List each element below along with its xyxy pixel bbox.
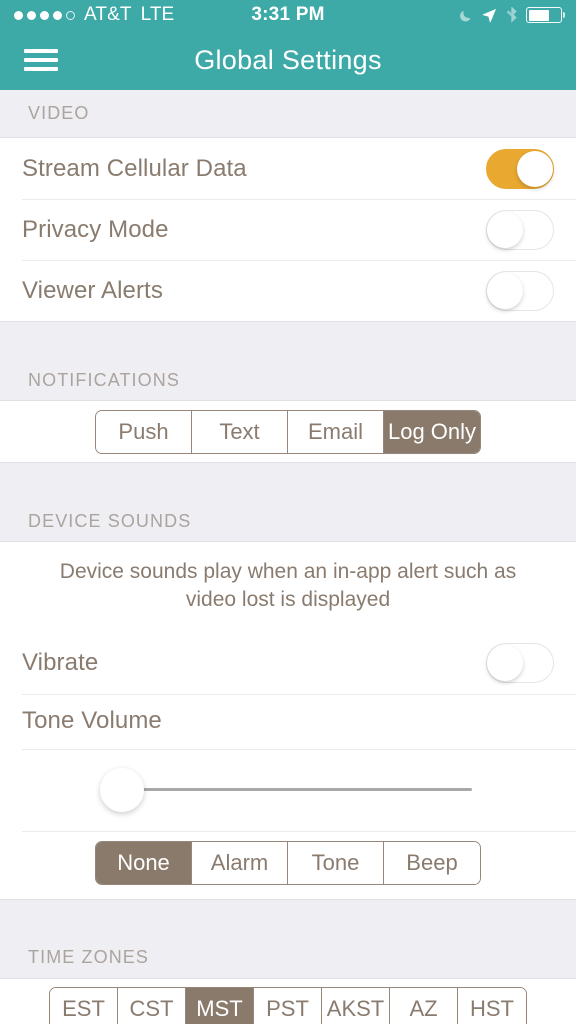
- segment-log-only[interactable]: Log Only: [384, 410, 480, 453]
- moon-icon: [460, 10, 471, 22]
- segment-tone[interactable]: Tone: [288, 841, 384, 884]
- segment-push[interactable]: Push: [96, 410, 192, 453]
- row-label: Viewer Alerts: [22, 276, 163, 304]
- status-bar-right: [458, 6, 565, 24]
- row-stream-cellular-data[interactable]: Stream Cellular Data: [0, 138, 576, 199]
- segment-beep[interactable]: Beep: [384, 841, 480, 884]
- segment-akst[interactable]: AKST: [322, 988, 390, 1024]
- battery-icon: [526, 7, 565, 23]
- notification-type-segmented-control[interactable]: Push Text Email Log Only: [95, 409, 481, 454]
- network-type-label: LTE: [140, 4, 175, 25]
- location-arrow-icon: [482, 8, 497, 23]
- video-settings-group: Stream Cellular Data Privacy Mode Viewer…: [0, 137, 576, 322]
- row-label: Vibrate: [22, 649, 99, 677]
- device-sounds-group: Device sounds play when an in-app alert …: [0, 541, 576, 900]
- segment-email[interactable]: Email: [288, 410, 384, 453]
- slider-track: [122, 788, 472, 792]
- toggle-knob: [487, 645, 523, 682]
- tone-volume-slider[interactable]: [100, 767, 472, 813]
- spacer-notifications: [0, 322, 576, 360]
- row-label: Tone Volume: [22, 707, 162, 735]
- bluetooth-icon: [506, 6, 517, 23]
- spacer-time-zones: [0, 899, 576, 938]
- section-header-device-sounds: DEVICE SOUNDS: [0, 501, 576, 541]
- app-screen: AT&T LTE 3:31 PM Global Settings VIDEO S…: [0, 0, 576, 1024]
- row-vibrate[interactable]: Vibrate: [0, 632, 576, 694]
- tone-segmented-group: None Alarm Tone Beep: [0, 830, 576, 899]
- toggle-knob: [517, 150, 553, 187]
- toggle-vibrate[interactable]: [486, 643, 554, 684]
- time-zone-segmented-control[interactable]: EST CST MST PST AKST AZ HST: [49, 987, 527, 1024]
- segment-pst[interactable]: PST: [254, 988, 322, 1024]
- segment-mst[interactable]: MST: [186, 988, 254, 1024]
- toggle-privacy-mode[interactable]: [486, 209, 554, 250]
- segment-none[interactable]: None: [96, 841, 192, 884]
- row-tone-volume-slider: [0, 748, 576, 831]
- spacer-device-sounds: [0, 463, 576, 501]
- row-viewer-alerts[interactable]: Viewer Alerts: [0, 260, 576, 321]
- segment-est[interactable]: EST: [50, 988, 118, 1024]
- page-title: Global Settings: [194, 44, 382, 75]
- app-header: Global Settings: [0, 30, 576, 90]
- time-zones-group: EST CST MST PST AKST AZ HST: [0, 977, 576, 1024]
- toggle-knob: [487, 211, 523, 248]
- status-bar-left: AT&T LTE: [14, 4, 174, 26]
- segment-cst[interactable]: CST: [118, 988, 186, 1024]
- tone-type-segmented-control[interactable]: None Alarm Tone Beep: [95, 840, 481, 885]
- device-sounds-description: Device sounds play when an in-app alert …: [0, 542, 576, 633]
- status-bar: AT&T LTE 3:31 PM: [0, 0, 576, 30]
- segment-text[interactable]: Text: [192, 410, 288, 453]
- carrier-label: AT&T: [84, 4, 132, 25]
- slider-thumb[interactable]: [100, 767, 144, 812]
- toggle-stream-cellular-data[interactable]: [486, 148, 554, 189]
- section-header-notifications: NOTIFICATIONS: [0, 360, 576, 400]
- toggle-knob: [487, 272, 523, 309]
- notifications-segmented-group: Push Text Email Log Only: [0, 400, 576, 463]
- row-label: Privacy Mode: [22, 215, 169, 243]
- segment-alarm[interactable]: Alarm: [192, 841, 288, 884]
- toggle-viewer-alerts[interactable]: [486, 270, 554, 311]
- section-header-time-zones: TIME ZONES: [0, 937, 576, 978]
- segment-hst[interactable]: HST: [458, 988, 526, 1024]
- section-header-video: VIDEO: [0, 90, 576, 137]
- row-label: Stream Cellular Data: [22, 154, 247, 182]
- row-tone-volume: Tone Volume: [0, 693, 576, 749]
- segment-az[interactable]: AZ: [390, 988, 458, 1024]
- hamburger-menu-icon[interactable]: [24, 47, 58, 73]
- row-privacy-mode[interactable]: Privacy Mode: [0, 199, 576, 260]
- signal-strength-icon: [14, 10, 75, 20]
